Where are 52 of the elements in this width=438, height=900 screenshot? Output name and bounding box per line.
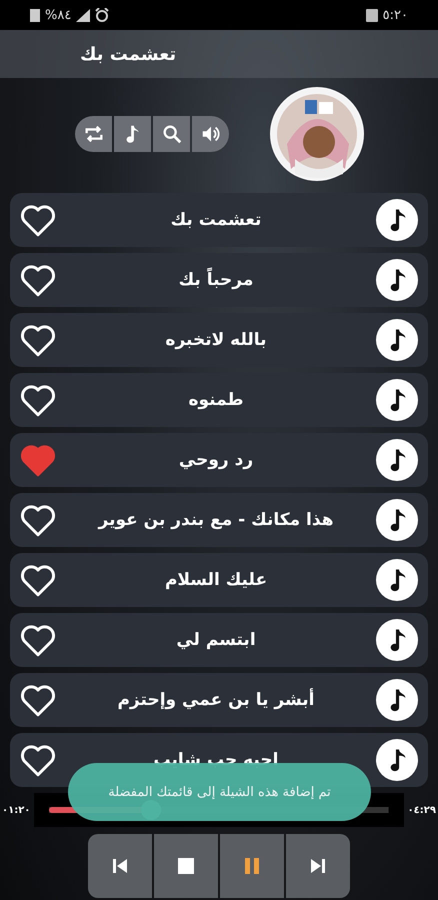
song-row[interactable]: مرحباً بك xyxy=(10,253,428,307)
music-note-icon[interactable] xyxy=(376,259,418,301)
total-time: ٠٤:٢٩ xyxy=(408,804,436,816)
song-name: هذا مكانك - مع بندر بن عوير xyxy=(96,510,334,530)
next-icon xyxy=(309,857,327,875)
music-note-icon[interactable] xyxy=(376,679,418,721)
music-note-icon[interactable] xyxy=(376,379,418,421)
repeat-icon xyxy=(82,123,104,145)
alarm-icon xyxy=(95,8,110,22)
song-name: ابتسم لي xyxy=(175,630,257,650)
pause-icon xyxy=(243,857,261,875)
song-name: عليك السلام xyxy=(164,570,268,590)
song-name: طمنوه xyxy=(187,390,245,410)
music-note-icon[interactable] xyxy=(376,199,418,241)
song-name: مرحباً بك xyxy=(64,270,368,290)
elapsed-time: ٠١:٢٠ xyxy=(2,804,30,816)
song-row[interactable]: عليك السلام xyxy=(10,553,428,607)
song-row[interactable]: رد روحي xyxy=(10,433,428,487)
song-row[interactable]: طمنوه xyxy=(10,373,428,427)
music-note-icon[interactable] xyxy=(376,559,418,601)
signal-icon xyxy=(76,8,90,22)
stop-icon xyxy=(178,858,194,874)
volume-button[interactable] xyxy=(192,116,229,152)
previous-icon xyxy=(111,857,129,875)
song-row[interactable]: تعشمت بك xyxy=(10,193,428,247)
search-button[interactable] xyxy=(153,116,190,152)
music-note-icon[interactable] xyxy=(376,499,418,541)
next-button[interactable] xyxy=(286,834,350,898)
stop-button[interactable] xyxy=(154,834,218,898)
toast-message: تم إضافة هذه الشيلة إلى قائمتك المفضلة xyxy=(108,784,331,800)
music-note-icon[interactable] xyxy=(376,439,418,481)
battery-level: %٨٤ xyxy=(45,8,72,22)
gallery-icon xyxy=(366,8,378,22)
song-row[interactable]: بالله لاتخبره xyxy=(10,313,428,367)
song-name: بالله لاتخبره xyxy=(164,330,268,350)
song-name: أبشر يا بن عمي وإحتزم xyxy=(116,690,316,710)
previous-button[interactable] xyxy=(88,834,152,898)
song-row[interactable]: هذا مكانك - مع بندر بن عوير xyxy=(10,493,428,547)
song-row[interactable]: ابتسم لي xyxy=(10,613,428,667)
clock-time: ٥:٢٠ xyxy=(382,8,408,22)
search-icon xyxy=(160,123,182,145)
battery-icon xyxy=(30,8,40,22)
song-name: تعشمت بك xyxy=(170,210,262,230)
song-name: رد روحي xyxy=(178,450,254,470)
song-title: تعشمت بك xyxy=(80,44,176,64)
music-button[interactable] xyxy=(114,116,151,152)
music-note-icon[interactable] xyxy=(376,739,418,781)
music-note-icon[interactable] xyxy=(376,319,418,361)
song-row[interactable]: أبشر يا بن عمي وإحتزم xyxy=(10,673,428,727)
music-note-icon[interactable] xyxy=(376,619,418,661)
pause-button[interactable] xyxy=(220,834,284,898)
repeat-button[interactable] xyxy=(75,116,112,152)
